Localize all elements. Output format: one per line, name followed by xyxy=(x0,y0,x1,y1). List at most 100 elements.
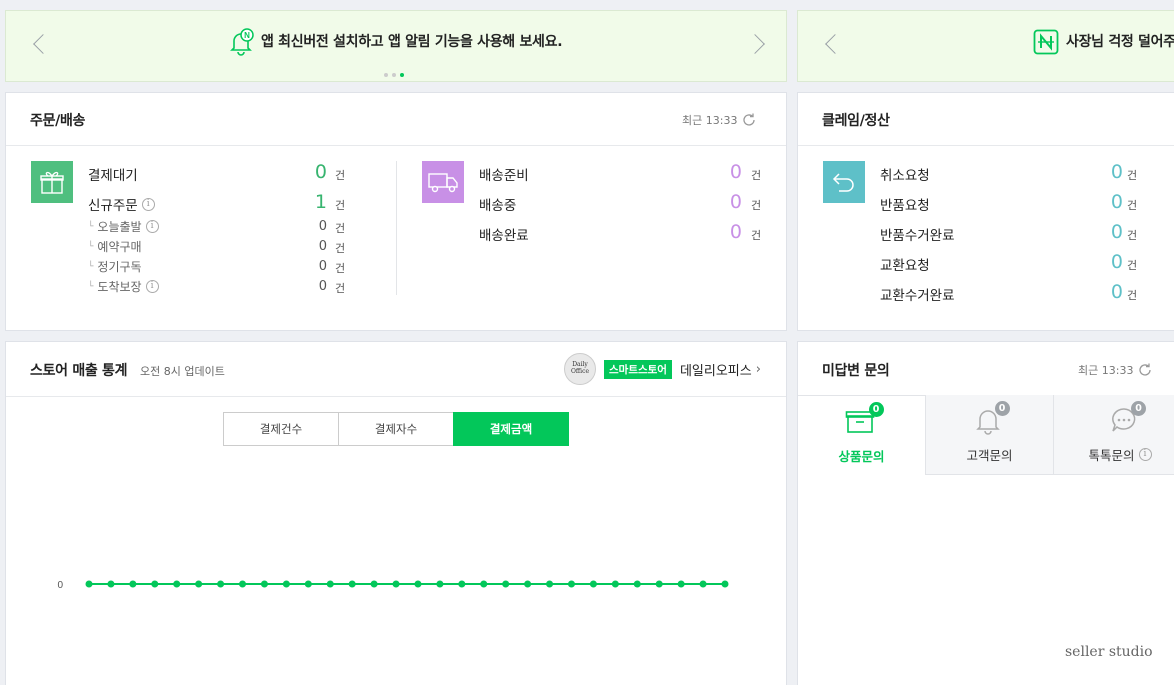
seller-studio-watermark: seller studio xyxy=(1065,644,1153,660)
data-point[interactable] xyxy=(480,580,488,588)
ship-row-shipping[interactable]: 배송중 xyxy=(479,194,516,214)
data-point[interactable] xyxy=(655,580,663,588)
data-point[interactable] xyxy=(392,580,400,588)
data-point[interactable] xyxy=(129,580,137,588)
pagination-dot[interactable] xyxy=(384,73,388,77)
order-row-new-order[interactable]: 신규주문 i xyxy=(88,194,155,214)
card-title: 미답변 문의 xyxy=(822,363,890,379)
data-point[interactable] xyxy=(414,580,422,588)
count-exchange-request[interactable]: 0 xyxy=(1093,253,1123,272)
tab-payment-count[interactable]: 결제건수 xyxy=(223,412,339,446)
data-point[interactable] xyxy=(107,580,115,588)
owner-notice-banner[interactable]: 사장님 걱정 덜어주 xyxy=(797,10,1174,82)
count-cancel[interactable]: 0 xyxy=(1093,163,1123,182)
banner2-prev-arrow-icon[interactable] xyxy=(825,34,845,54)
banner-prev-arrow-icon[interactable] xyxy=(33,34,53,54)
store-selector[interactable]: Daily Office 스마트스토어 데일리오피스 › xyxy=(564,353,761,385)
count-exchange-done[interactable]: 0 xyxy=(1093,283,1123,302)
count-new-order[interactable]: 1 xyxy=(297,193,327,212)
chevron-right-icon[interactable]: › xyxy=(756,362,761,377)
data-point[interactable] xyxy=(85,580,93,588)
count-return-done[interactable]: 0 xyxy=(1093,223,1123,242)
data-point[interactable] xyxy=(239,580,247,588)
data-point[interactable] xyxy=(326,580,334,588)
data-point[interactable] xyxy=(721,580,729,588)
count-shipping[interactable]: 0 xyxy=(712,193,742,212)
order-row-payment-wait[interactable]: 결제대기 xyxy=(88,164,138,184)
unit-label: 건 xyxy=(1127,229,1138,242)
banner2-text[interactable]: 사장님 걱정 덜어주 xyxy=(1066,31,1174,51)
data-point[interactable] xyxy=(589,580,597,588)
data-point[interactable] xyxy=(304,580,312,588)
card-title: 클레임/정산 xyxy=(822,113,890,129)
claim-row-cancel[interactable]: 취소요청 xyxy=(880,164,930,184)
refresh-icon[interactable] xyxy=(1137,362,1153,378)
data-point[interactable] xyxy=(151,580,159,588)
data-point[interactable] xyxy=(282,580,290,588)
data-point[interactable] xyxy=(611,580,619,588)
count-payment-wait[interactable]: 0 xyxy=(297,163,327,182)
pagination-dot[interactable] xyxy=(392,73,396,77)
data-point[interactable] xyxy=(524,580,532,588)
unit-label: 건 xyxy=(1127,169,1138,182)
unit-label: 건 xyxy=(751,199,762,212)
data-point[interactable] xyxy=(458,580,466,588)
tree-branch-icon: └ xyxy=(88,221,94,232)
count-guarantee[interactable]: 0 xyxy=(297,280,327,293)
data-point[interactable] xyxy=(173,580,181,588)
card-title: 스토어 매출 통계 xyxy=(30,363,128,379)
banner-text[interactable]: 앱 최신버전 설치하고 앱 알림 기능을 사용해 보세요. xyxy=(261,31,563,51)
count-today[interactable]: 0 xyxy=(297,220,327,233)
data-point[interactable] xyxy=(567,580,575,588)
order-sub-today[interactable]: └ 오늘출발 i xyxy=(88,218,159,235)
data-point[interactable] xyxy=(348,580,356,588)
row-label: 교환수거완료 xyxy=(880,288,955,304)
tab-payment-amount[interactable]: 결제금액 xyxy=(453,412,569,446)
store-name[interactable]: 데일리오피스 xyxy=(680,360,752,379)
unit-label: 건 xyxy=(751,169,762,182)
row-label: 반품수거완료 xyxy=(880,228,955,244)
count-reservation[interactable]: 0 xyxy=(297,240,327,253)
data-point[interactable] xyxy=(217,580,225,588)
data-point[interactable] xyxy=(677,580,685,588)
info-icon[interactable]: i xyxy=(145,280,159,293)
count-return-request[interactable]: 0 xyxy=(1093,193,1123,212)
tab-product-inquiry[interactable]: 0 상품문의 xyxy=(798,395,925,475)
data-point[interactable] xyxy=(699,580,707,588)
data-point[interactable] xyxy=(502,580,510,588)
refresh-icon[interactable] xyxy=(741,112,757,128)
data-point[interactable] xyxy=(260,580,268,588)
pagination-dot-active[interactable] xyxy=(400,73,404,77)
data-point[interactable] xyxy=(436,580,444,588)
tab-talktalk-inquiry[interactable]: 0 톡톡문의 i xyxy=(1053,395,1174,475)
order-sub-guarantee[interactable]: └ 도착보장 i xyxy=(88,278,159,295)
ship-row-delivered[interactable]: 배송완료 xyxy=(479,224,529,244)
tab-customer-inquiry[interactable]: 0 고객문의 xyxy=(925,395,1053,475)
svg-text:N: N xyxy=(244,31,250,40)
order-sub-reservation[interactable]: └ 예약구매 xyxy=(88,238,142,255)
data-point[interactable] xyxy=(633,580,641,588)
claim-row-return-request[interactable]: 반품요청 xyxy=(880,194,930,214)
data-point[interactable] xyxy=(195,580,203,588)
unit-label: 건 xyxy=(335,222,346,235)
banner-next-arrow-icon[interactable] xyxy=(745,34,765,54)
info-icon[interactable]: i xyxy=(141,197,155,211)
count-ready[interactable]: 0 xyxy=(712,163,742,182)
info-icon[interactable]: i xyxy=(145,220,159,233)
row-label: 배송중 xyxy=(479,198,517,214)
claim-row-exchange-request[interactable]: 교환요청 xyxy=(880,254,930,274)
unit-label: 건 xyxy=(335,242,346,255)
data-point[interactable] xyxy=(370,580,378,588)
ship-row-ready[interactable]: 배송준비 xyxy=(479,164,529,184)
data-point[interactable] xyxy=(546,580,554,588)
count-delivered[interactable]: 0 xyxy=(712,223,742,242)
recent-time: 최근 13:33 xyxy=(1078,362,1153,378)
info-icon[interactable]: i xyxy=(1138,448,1152,461)
app-notice-banner[interactable]: N 앱 최신버전 설치하고 앱 알림 기능을 사용해 보세요. xyxy=(5,10,787,82)
count-subscription[interactable]: 0 xyxy=(297,260,327,273)
order-sub-subscription[interactable]: └ 정기구독 xyxy=(88,258,142,275)
tab-payer-count[interactable]: 결제자수 xyxy=(338,412,454,446)
section-divider xyxy=(396,161,397,295)
claim-row-return-done[interactable]: 반품수거완료 xyxy=(880,224,955,244)
claim-row-exchange-done[interactable]: 교환수거완료 xyxy=(880,284,955,304)
